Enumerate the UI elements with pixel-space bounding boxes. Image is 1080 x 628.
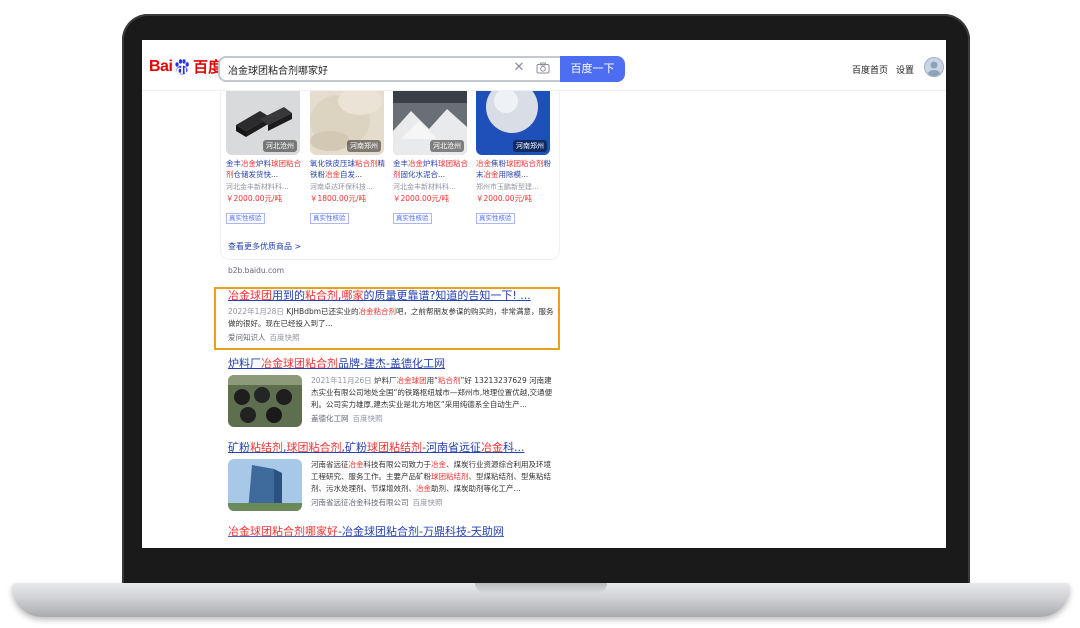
nav-link-home[interactable]: 百度首页 — [852, 63, 888, 76]
product-title[interactable]: 氧化铁皮压球粘合剂精铁粉冶金自发... — [310, 158, 386, 180]
product-image[interactable]: 河南郑州 — [476, 91, 550, 155]
building-image — [228, 459, 302, 511]
search-header: Bai du 百度 ✕ 百度一下 百度首页 设置 — [142, 40, 946, 91]
logo-text-du: du — [176, 62, 192, 77]
product-title[interactable]: 冶金焦粉球团粘合剂粉末冶金用除模... — [476, 158, 552, 180]
product-item[interactable]: 河北沧州 金丰冶金炉料球团粘合剂仓储发货快... 河北金丰新材料科... ￥20… — [226, 91, 302, 224]
search-result: 炉料厂冶金球团粘合剂品牌-建杰-盖德化工网 2021年11月26日 炉料厂冶金球… — [228, 357, 558, 427]
product-price: ￥2000.00元/吨 — [393, 194, 450, 203]
product-item[interactable]: 河南郑州 冶金焦粉球团粘合剂粉末冶金用除模... 郑州市玉鹏新型建... ￥20… — [476, 91, 552, 224]
search-result: 冶金球团用到的粘合剂,哪家的质量更靠谱?知道的告知一下! ... 2022年1月… — [228, 289, 558, 344]
product-shop[interactable]: 河南卓达环保科技... — [310, 182, 386, 193]
search-result: 矿粉粘结剂,球团粘合剂,矿粉球团粘结剂-河南省远征冶金科... 河南省远征冶金科… — [228, 441, 558, 511]
verify-badge: 真实性核验 — [310, 213, 349, 224]
baidu-logo[interactable]: Bai du 百度 — [149, 56, 223, 77]
result-title[interactable]: 冶金球团用到的粘合剂,哪家的质量更靠谱?知道的告知一下! ... — [228, 289, 558, 303]
verify-badge: 真实性核验 — [226, 213, 265, 224]
result-thumbnail[interactable] — [228, 459, 302, 511]
search-box[interactable]: ✕ — [218, 56, 562, 82]
verify-badge: 真实性核验 — [476, 213, 515, 224]
product-item[interactable]: 河南郑州 氧化铁皮压球粘合剂精铁粉冶金自发... 河南卓达环保科技... ￥18… — [310, 91, 386, 224]
product-title[interactable]: 金丰冶金炉料球团粘合剂固化水泥合... — [393, 158, 469, 180]
result-snippet: 2021年11月26日 炉料厂冶金球团用“粘合剂”好 13213237629 河… — [311, 376, 553, 409]
more-products-link[interactable]: 查看更多优质商品 > — [228, 241, 301, 252]
snapshot-link[interactable]: 百度快照 — [413, 498, 443, 507]
briquette-balls-image — [228, 375, 302, 427]
result-title[interactable]: 矿粉粘结剂,球团粘合剂,矿粉球团粘结剂-河南省远征冶金科... — [228, 441, 558, 455]
scroll-fade — [142, 534, 946, 548]
verify-badge: 真实性核验 — [393, 213, 432, 224]
search-button[interactable]: 百度一下 — [560, 56, 625, 82]
result-source[interactable]: 爱问知识人 百度快照 — [228, 332, 558, 344]
product-image[interactable]: 河北沧州 — [393, 91, 467, 155]
product-region: 河北沧州 — [430, 140, 464, 152]
product-image[interactable]: 河南郑州 — [310, 91, 384, 155]
product-item[interactable]: 河北沧州 金丰冶金炉料球团粘合剂固化水泥合... 河北金丰新材料科... ￥20… — [393, 91, 469, 224]
product-price: ￥2000.00元/吨 — [476, 194, 533, 203]
result-snippet: 河南省远征冶金科技有限公司致力于冶金、煤炭行业资源综合利用及环境工程研究、服务工… — [311, 460, 551, 493]
avatar[interactable] — [924, 57, 944, 77]
search-input[interactable] — [228, 59, 498, 79]
product-region: 河南郑州 — [513, 140, 547, 152]
product-price: ￥2000.00元/吨 — [226, 194, 283, 203]
nav-link-settings[interactable]: 设置 — [896, 63, 914, 76]
logo-text-bai: Bai — [149, 57, 173, 75]
snapshot-link[interactable]: 百度快照 — [353, 414, 383, 423]
product-shop[interactable]: 河北金丰新材料科... — [393, 182, 469, 193]
camera-icon[interactable] — [536, 62, 550, 74]
product-shop[interactable]: 郑州市玉鹏新型建... — [476, 182, 552, 193]
snapshot-link[interactable]: 百度快照 — [270, 333, 300, 342]
result-snippet: 2022年1月28日 KJHBdbm已还实业的冶金粘合剂吧，之前帮朋友参谋的购买… — [228, 307, 554, 328]
result-thumbnail[interactable] — [228, 375, 302, 427]
product-price: ￥1800.00元/吨 — [310, 194, 367, 203]
product-title[interactable]: 金丰冶金炉料球团粘合剂仓储发货快... — [226, 158, 302, 180]
result-source[interactable]: 河南省远征冶金科技有限公司 百度快照 — [311, 497, 558, 509]
product-shop[interactable]: 河北金丰新材料科... — [226, 182, 302, 193]
product-image[interactable]: 河北沧州 — [226, 91, 300, 155]
user-icon — [928, 61, 940, 76]
result-title[interactable]: 炉料厂冶金球团粘合剂品牌-建杰-盖德化工网 — [228, 357, 558, 371]
laptop-notch — [475, 583, 607, 593]
product-region: 河南郑州 — [347, 140, 381, 152]
b2b-source[interactable]: b2b.baidu.com — [228, 266, 284, 275]
results-area: 河北沧州 金丰冶金炉料球团粘合剂仓储发货快... 河北金丰新材料科... ￥20… — [142, 91, 946, 548]
clear-icon[interactable]: ✕ — [512, 60, 526, 76]
browser-screen: Bai du 百度 ✕ 百度一下 百度首页 设置 — [142, 40, 946, 548]
result-source[interactable]: 盖德化工网 百度快照 — [311, 413, 558, 425]
product-region: 河北沧州 — [263, 140, 297, 152]
